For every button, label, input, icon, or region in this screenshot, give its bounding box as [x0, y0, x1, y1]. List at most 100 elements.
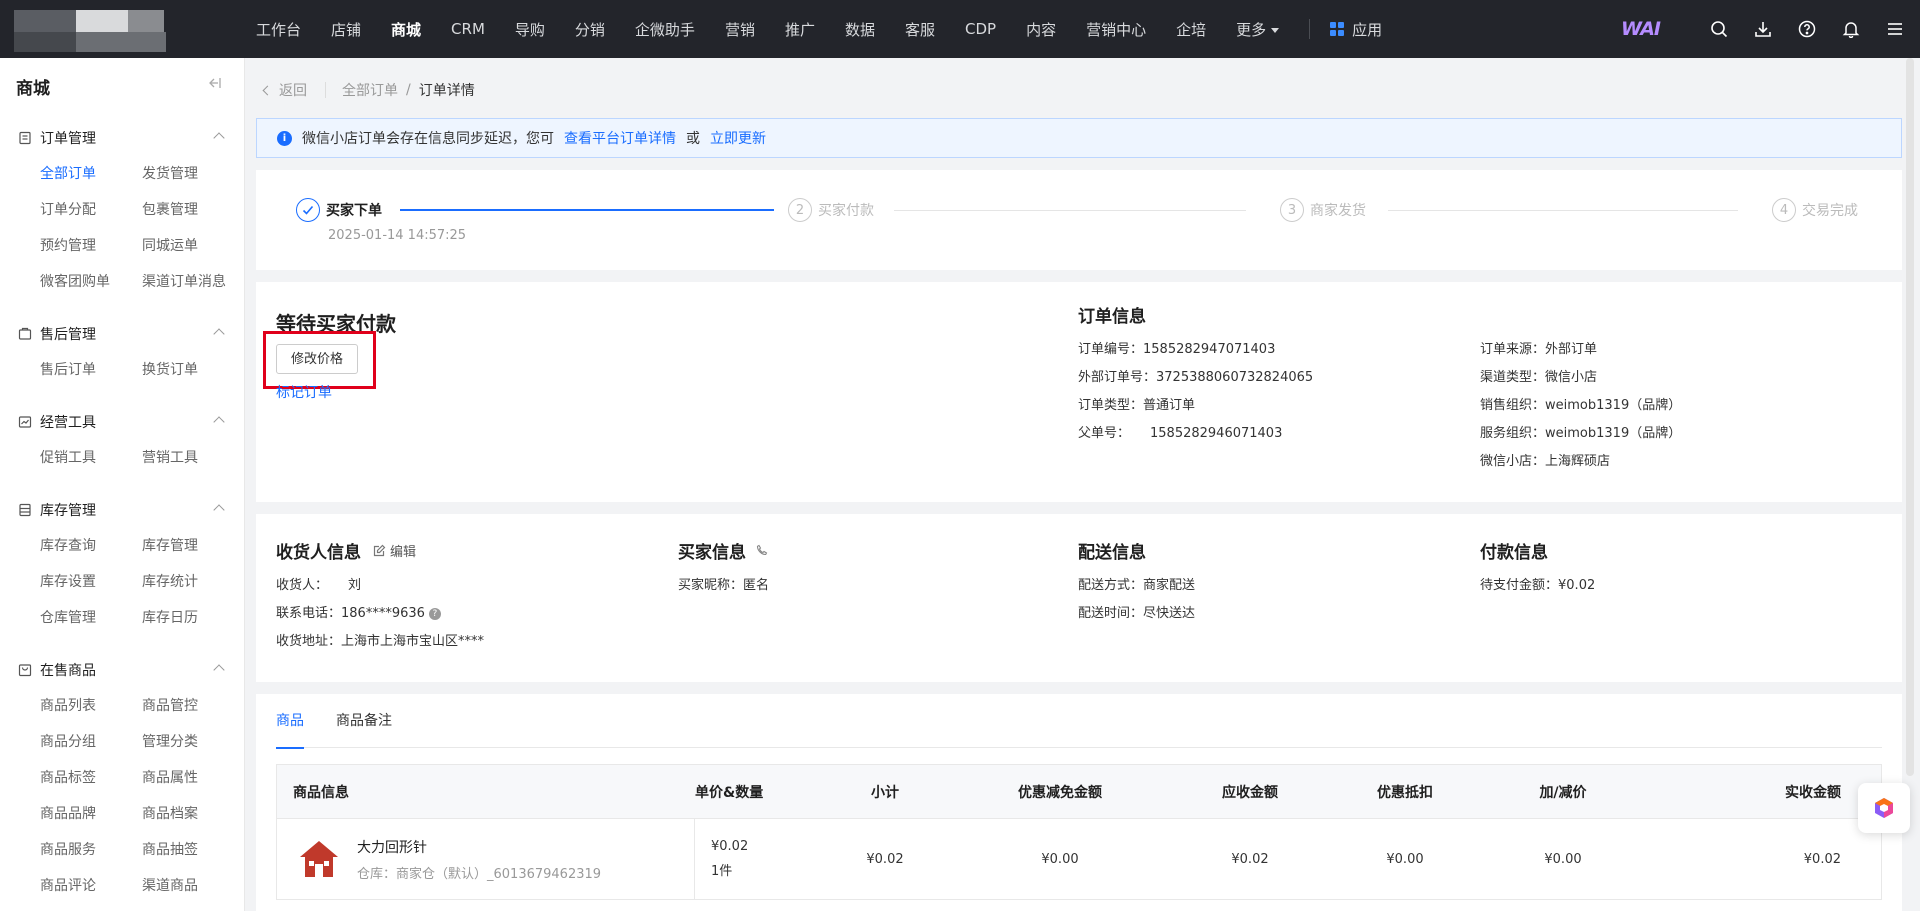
step-number: 3	[1280, 198, 1304, 222]
sidebar-group-head[interactable]: 在售商品	[0, 660, 244, 680]
sidebar-item-goods-archive[interactable]: 商品档案	[142, 796, 244, 832]
price-adjustment: ¥0.00	[1544, 851, 1582, 867]
sidebar-item-exchange-orders[interactable]: 换货订单	[142, 352, 244, 388]
nav-item-wecom[interactable]: 企微助手	[635, 19, 695, 40]
nav-item-apps[interactable]: 应用	[1330, 19, 1382, 40]
amount-due: 待支付金额：¥0.02	[1480, 578, 1596, 593]
sidebar-group-head[interactable]: 经营工具	[0, 412, 244, 432]
nav-item-mall[interactable]: 商城	[391, 19, 421, 40]
sidebar-item-warehouse[interactable]: 仓库管理	[40, 600, 142, 636]
sidebar-item-goods-control[interactable]: 商品管控	[142, 688, 244, 724]
page-scrollbar[interactable]	[1906, 58, 1914, 776]
order-number: 订单编号：1585282947071403	[1078, 342, 1276, 357]
sidebar-item-shipping[interactable]: 发货管理	[142, 156, 244, 192]
goods-icon	[18, 663, 32, 677]
sidebar-item-goods-service[interactable]: 商品服务	[40, 832, 142, 868]
nav-item-content[interactable]: 内容	[1026, 19, 1056, 40]
step-number: 4	[1772, 198, 1796, 222]
sidebar-item-reservations[interactable]: 预约管理	[40, 228, 142, 264]
edit-receiver-button[interactable]: 编辑	[373, 541, 416, 560]
nav-item-store[interactable]: 店铺	[331, 19, 361, 40]
nav-item-promotion[interactable]: 推广	[785, 19, 815, 40]
sidebar-item-stock-stats[interactable]: 库存统计	[142, 564, 244, 600]
sidebar-item-group-buy[interactable]: 微客团购单	[40, 264, 142, 300]
sidebar-item-stock-calendar[interactable]: 库存日历	[142, 600, 244, 636]
buyer-section-title: 买家信息	[678, 538, 768, 563]
sidebar: 商城 订单管理 全部订单 发货管理 订单分配 包裹管理 预约管理 同城运单 微客…	[0, 58, 245, 911]
tab-goods-remark[interactable]: 商品备注	[336, 694, 392, 748]
search-icon[interactable]	[1708, 18, 1730, 40]
sidebar-item-goods-list[interactable]: 商品列表	[40, 688, 142, 724]
sidebar-item-stock-settings[interactable]: 库存设置	[40, 564, 142, 600]
product-cell[interactable]: 大力回形针 仓库：商家仓（默认）_6013679462319	[277, 819, 695, 899]
sidebar-group-tools: 经营工具 促销工具 营销工具	[0, 412, 244, 476]
notice-or: 或	[686, 131, 700, 147]
sidebar-item-promotion-tools[interactable]: 促销工具	[40, 440, 142, 476]
assistant-float-button[interactable]	[1858, 783, 1910, 833]
sidebar-item-goods-group[interactable]: 商品分组	[40, 724, 142, 760]
sidebar-item-goods-reviews[interactable]: 商品评论	[40, 868, 142, 904]
nav-item-crm[interactable]: CRM	[451, 20, 485, 38]
breadcrumb-parent[interactable]: 全部订单	[342, 80, 398, 100]
nav-item-training[interactable]: 企培	[1176, 19, 1206, 40]
sidebar-item-goods-attrs[interactable]: 商品属性	[142, 760, 244, 796]
brand-logo[interactable]	[14, 10, 166, 52]
chevron-left-icon	[262, 85, 273, 95]
wai-logo[interactable]: WAI	[1621, 18, 1661, 40]
menu-icon[interactable]	[1884, 18, 1906, 40]
receiver-section-title: 收货人信息 编辑	[276, 541, 417, 563]
tab-goods[interactable]: 商品	[276, 694, 304, 749]
edit-icon	[373, 544, 386, 557]
modify-price-button[interactable]: 修改价格	[276, 344, 359, 374]
sidebar-item-all-orders[interactable]: 全部订单	[40, 156, 142, 192]
help-icon[interactable]: ?	[428, 607, 441, 620]
sidebar-item-channel-goods[interactable]: 渠道商品	[142, 868, 244, 904]
received-amount: ¥0.02	[1803, 851, 1841, 867]
sidebar-group-head[interactable]: 订单管理	[0, 128, 244, 148]
sidebar-item-stock-manage[interactable]: 库存管理	[142, 528, 244, 564]
phone-icon[interactable]	[756, 541, 768, 561]
nav-item-more[interactable]: 更多	[1236, 19, 1279, 40]
nav-item-cdp[interactable]: CDP	[965, 20, 996, 38]
sidebar-group-orders: 订单管理 全部订单 发货管理 订单分配 包裹管理 预约管理 同城运单 微客团购单…	[0, 128, 244, 300]
help-icon[interactable]	[1796, 18, 1818, 40]
chevron-up-icon	[213, 328, 225, 340]
sidebar-item-order-assign[interactable]: 订单分配	[40, 192, 142, 228]
goods-tabs: 商品 商品备注	[276, 694, 1882, 749]
nav-item-service[interactable]: 客服	[905, 19, 935, 40]
chevron-up-icon	[213, 664, 225, 676]
sidebar-group-head[interactable]: 售后管理	[0, 324, 244, 344]
sidebar-item-packages[interactable]: 包裹管理	[142, 192, 244, 228]
download-icon[interactable]	[1752, 18, 1774, 40]
sidebar-item-goods-lottery[interactable]: 商品抽签	[142, 832, 244, 868]
price-qty-cell: ¥0.02 1件	[695, 839, 845, 879]
nav-item-data[interactable]: 数据	[845, 19, 875, 40]
channel-type: 渠道类型：微信小店	[1480, 370, 1598, 385]
order-progress-steps: 买家下单 2 买家付款 3 商家发货 4 交易完成 2025-01-14 14:…	[256, 170, 1902, 270]
mark-order-link[interactable]: 标记订单	[276, 382, 332, 402]
bell-icon[interactable]	[1840, 18, 1862, 40]
column-header: 优惠减免金额	[1018, 784, 1102, 801]
sidebar-item-category[interactable]: 管理分类	[142, 724, 244, 760]
view-platform-order-link[interactable]: 查看平台订单详情	[564, 128, 676, 148]
sidebar-group-head[interactable]: 库存管理	[0, 500, 244, 520]
column-header: 小计	[871, 784, 899, 801]
nav-item-workbench[interactable]: 工作台	[256, 19, 301, 40]
update-now-link[interactable]: 立即更新	[710, 128, 766, 148]
sidebar-item-city-waybill[interactable]: 同城运单	[142, 228, 244, 264]
sidebar-item-marketing-tools[interactable]: 营销工具	[142, 440, 244, 476]
sidebar-item-goods-brand[interactable]: 商品品牌	[40, 796, 142, 832]
nav-item-guide[interactable]: 导购	[515, 19, 545, 40]
sidebar-item-goods-tags[interactable]: 商品标签	[40, 760, 142, 796]
back-button[interactable]: 返回	[262, 80, 307, 100]
nav-item-marketing-center[interactable]: 营销中心	[1086, 19, 1146, 40]
nav-item-marketing[interactable]: 营销	[725, 19, 755, 40]
collapse-sidebar-icon[interactable]	[208, 76, 222, 94]
sidebar-item-channel-messages[interactable]: 渠道订单消息	[142, 264, 244, 300]
nav-item-distribution[interactable]: 分销	[575, 19, 605, 40]
sidebar-item-aftersale-orders[interactable]: 售后订单	[40, 352, 142, 388]
unit-price: ¥0.02	[711, 839, 749, 854]
step-trade-complete: 4 交易完成	[1772, 198, 1858, 222]
sidebar-item-stock-query[interactable]: 库存查询	[40, 528, 142, 564]
subtotal: ¥0.02	[866, 851, 904, 867]
